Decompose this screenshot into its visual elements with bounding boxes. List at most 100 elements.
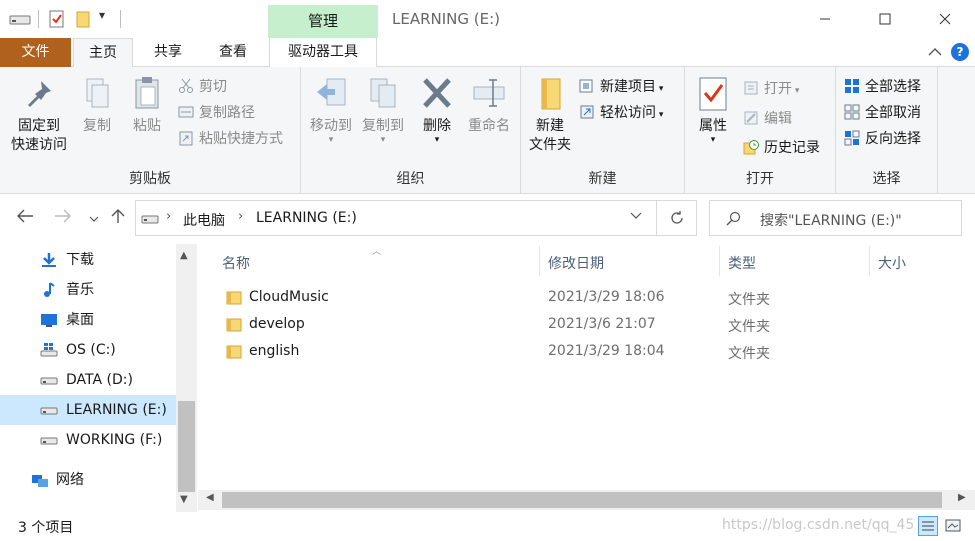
open-button[interactable]: 打开 ▾ xyxy=(743,78,799,100)
scroll-left-icon[interactable]: ◀ xyxy=(206,492,214,503)
drive-icon[interactable] xyxy=(9,10,31,28)
copy-path-button[interactable]: 复制路径 xyxy=(178,102,255,124)
paste-icon xyxy=(135,77,159,109)
paste-shortcut-button[interactable]: 粘贴快捷方式 xyxy=(178,128,283,150)
paste-button[interactable]: 粘贴 xyxy=(125,75,169,136)
copy-to-button[interactable]: 复制到 ▾ xyxy=(357,75,409,145)
table-row[interactable]: CloudMusic 2021/3/29 18:06 文件夹 xyxy=(216,285,956,312)
scroll-right-icon[interactable]: ▶ xyxy=(958,492,966,503)
column-header-type[interactable]: 类型 xyxy=(728,253,756,273)
address-history-chevron-down-icon[interactable] xyxy=(630,209,642,224)
column-divider[interactable] xyxy=(719,246,720,276)
item-count: 3 个项目 xyxy=(18,520,74,536)
forward-arrow-icon[interactable] xyxy=(54,208,72,227)
maximize-button[interactable] xyxy=(855,0,915,38)
delete-label: 删除 xyxy=(423,118,451,134)
scroll-up-icon[interactable]: ▲ xyxy=(180,250,188,261)
column-divider[interactable] xyxy=(869,246,870,276)
new-folder-button[interactable]: 新建 文件夹 xyxy=(523,75,577,155)
nav-item-network[interactable]: 网络 xyxy=(0,465,176,495)
search-placeholder: 搜索"LEARNING (E:)" xyxy=(760,213,902,229)
large-icons-view-icon xyxy=(945,519,961,532)
history-button[interactable]: 历史记录 xyxy=(743,137,820,159)
nav-item-downloads[interactable]: 下载 xyxy=(0,245,176,275)
scroll-down-icon[interactable]: ▼ xyxy=(180,494,188,505)
column-header-date[interactable]: 修改日期 xyxy=(548,253,604,273)
nav-item-label: 网络 xyxy=(56,472,84,488)
select-all-button[interactable]: 全部选择 xyxy=(844,76,921,98)
rename-button[interactable]: 重命名 xyxy=(461,75,517,136)
move-to-button[interactable]: 移动到 ▾ xyxy=(305,75,357,145)
recent-locations-chevron-down-icon[interactable] xyxy=(89,209,99,228)
paste-shortcut-icon xyxy=(179,131,193,146)
new-folder-icon xyxy=(541,78,561,110)
pin-quick-access-button[interactable]: 固定到 快速访问 xyxy=(6,75,72,155)
separator xyxy=(38,10,39,28)
scrollbar-thumb[interactable] xyxy=(222,492,942,508)
cut-button[interactable]: 剪切 xyxy=(178,76,227,98)
watermark-text: https://blog.csdn.net/qq_45 xyxy=(722,517,915,533)
select-none-button[interactable]: 全部取消 xyxy=(844,102,921,124)
properties-button[interactable]: 属性 ▾ xyxy=(691,75,735,145)
nav-pane-scrollbar[interactable]: ▲ ▼ xyxy=(176,244,197,512)
nav-item-os-c[interactable]: OS (C:) xyxy=(0,335,176,365)
minimize-button[interactable] xyxy=(795,0,855,38)
nav-item-working-f[interactable]: WORKING (F:) xyxy=(0,425,176,455)
customize-dropdown-icon[interactable]: ▾ xyxy=(99,8,105,22)
music-icon xyxy=(44,282,55,297)
nav-item-label: 音乐 xyxy=(66,282,94,298)
maximize-icon xyxy=(879,13,891,25)
drive-icon xyxy=(40,437,58,445)
nav-item-data-d[interactable]: DATA (D:) xyxy=(0,365,176,395)
back-arrow-icon[interactable] xyxy=(16,208,34,227)
separator xyxy=(120,10,121,28)
tab-view[interactable]: 查看 xyxy=(203,38,263,67)
breadcrumb-chevron-icon[interactable]: › xyxy=(166,209,171,224)
details-view-button[interactable] xyxy=(918,516,938,536)
address-bar[interactable]: › 此电脑 › LEARNING (E:) xyxy=(135,200,657,236)
tab-home[interactable]: 主页 xyxy=(73,38,133,68)
copy-to-icon xyxy=(370,78,396,108)
easy-access-button[interactable]: 轻松访问 ▾ xyxy=(579,102,663,124)
nav-item-learning-e[interactable]: LEARNING (E:) xyxy=(0,395,176,425)
column-divider[interactable] xyxy=(539,246,540,276)
invert-selection-button[interactable]: 反向选择 xyxy=(844,128,921,150)
navigation-pane: 下载 音乐 桌面 OS (C:) DATA (D:) LEARNING (E:)… xyxy=(0,244,198,512)
properties-icon[interactable] xyxy=(48,10,66,28)
breadcrumb-learning-drive[interactable]: LEARNING (E:) xyxy=(256,210,357,226)
delete-x-icon xyxy=(423,78,451,108)
nav-item-label: WORKING (F:) xyxy=(66,432,163,448)
paste-label: 粘贴 xyxy=(133,118,161,134)
ribbon-collapse-icon[interactable] xyxy=(928,45,942,61)
up-arrow-icon[interactable] xyxy=(111,208,125,228)
nav-item-desktop[interactable]: 桌面 xyxy=(0,305,176,335)
new-item-button[interactable]: 新建项目 ▾ xyxy=(579,76,663,98)
table-row[interactable]: english 2021/3/29 18:04 文件夹 xyxy=(216,339,956,366)
breadcrumb-chevron-icon[interactable]: › xyxy=(238,209,243,224)
tab-file[interactable]: 文件 xyxy=(0,38,71,67)
copy-to-label: 复制到 xyxy=(362,118,404,134)
large-icons-view-button[interactable] xyxy=(943,516,963,536)
nav-item-label: 桌面 xyxy=(66,312,94,328)
refresh-button[interactable] xyxy=(657,200,697,236)
tab-manage[interactable]: 管理 xyxy=(268,5,378,38)
tab-drive-tools[interactable]: 驱动器工具 xyxy=(269,38,377,67)
copy-button[interactable]: 复制 xyxy=(75,75,119,136)
minimize-icon xyxy=(820,18,830,20)
search-box[interactable]: 搜索"LEARNING (E:)" xyxy=(709,200,962,236)
new-folder-icon[interactable] xyxy=(74,10,92,28)
close-button[interactable] xyxy=(915,0,975,38)
breadcrumb-this-pc[interactable]: 此电脑 xyxy=(183,210,225,230)
tab-share[interactable]: 共享 xyxy=(138,38,198,67)
table-row[interactable]: develop 2021/3/6 21:07 文件夹 xyxy=(216,312,956,339)
column-header-size[interactable]: 大小 xyxy=(878,253,906,273)
column-header-name[interactable]: 名称 xyxy=(222,253,250,273)
edit-button[interactable]: 编辑 xyxy=(743,108,792,130)
scrollbar-thumb[interactable] xyxy=(178,401,195,492)
group-organize: 移动到 ▾ 复制到 ▾ 删除 ▾ 重命名 组织 xyxy=(301,67,521,194)
file-list-horizontal-scrollbar[interactable]: ◀ ▶ xyxy=(198,490,975,510)
help-icon[interactable]: ? xyxy=(951,43,969,61)
group-label-organize: 组织 xyxy=(396,171,425,187)
nav-item-music[interactable]: 音乐 xyxy=(0,275,176,305)
delete-button[interactable]: 删除 ▾ xyxy=(417,75,457,145)
